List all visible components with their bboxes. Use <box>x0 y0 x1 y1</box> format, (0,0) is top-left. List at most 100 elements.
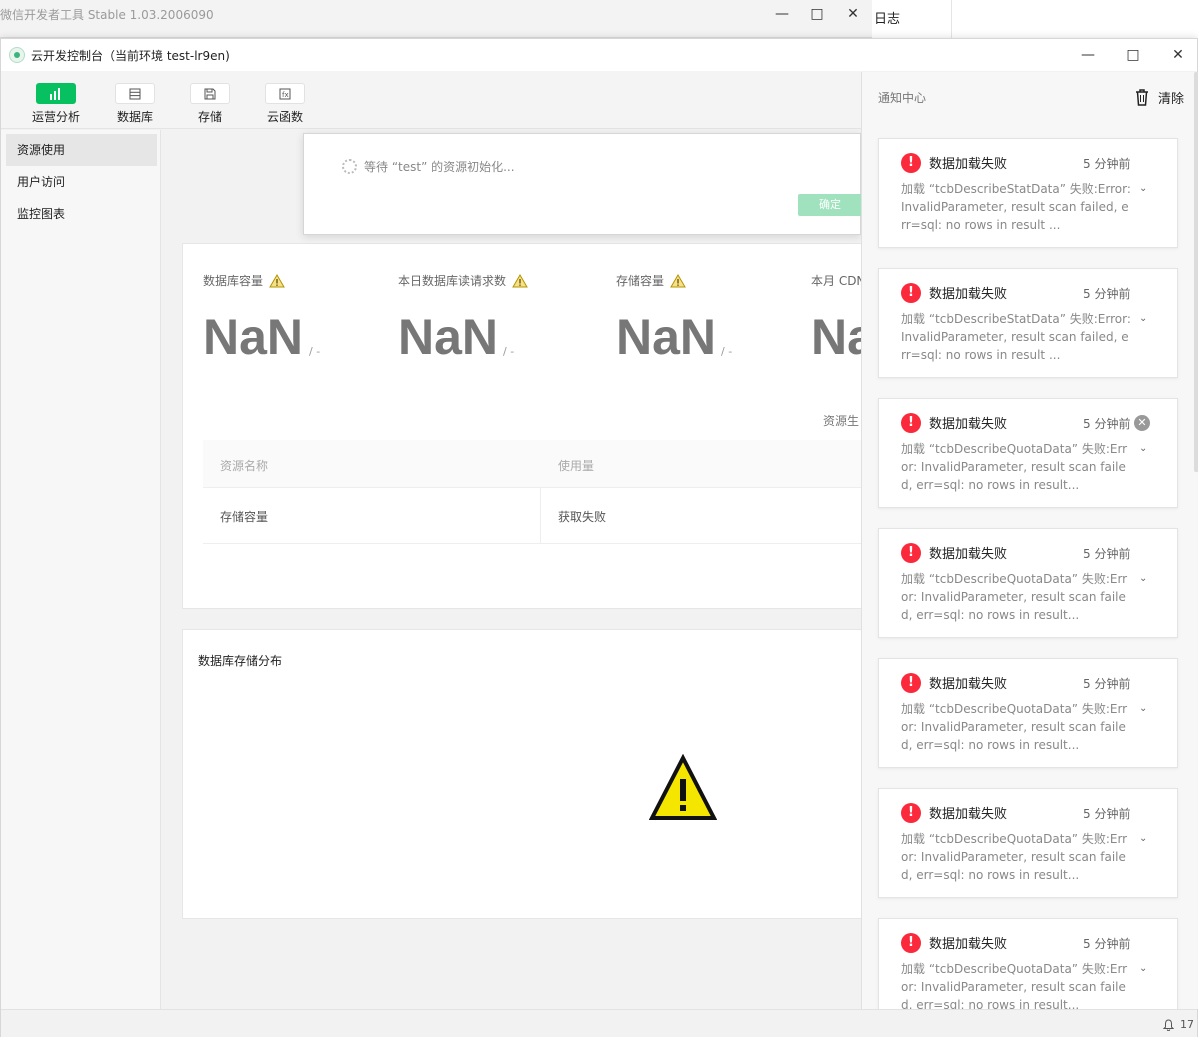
chevron-down-icon[interactable]: ⌄ <box>1139 443 1147 454</box>
notification-title: 数据加载失败 <box>929 287 1008 302</box>
minimize-icon[interactable]: — <box>772 4 792 24</box>
notification-time: 5 分钟前 <box>1083 807 1131 821</box>
error-icon: ! <box>901 933 921 953</box>
close-icon[interactable]: ✕ <box>843 4 863 24</box>
notification-center-title: 通知中心 <box>878 91 927 105</box>
stat-label: 本日数据库读请求数 <box>398 272 528 289</box>
notification-time: 5 分钟前 <box>1083 547 1131 561</box>
notification-time: 5 分钟前 <box>1083 157 1131 171</box>
error-icon: ! <box>901 153 921 173</box>
notification-item[interactable]: ! 数据加载失败 5 分钟前 加载 “tcbDescribeQuotaData”… <box>878 658 1178 768</box>
chevron-down-icon[interactable]: ⌄ <box>1139 833 1147 844</box>
tool-label: 云函数 <box>266 110 303 124</box>
stat-suffix: / - <box>309 345 321 358</box>
table-header <box>203 440 861 488</box>
notification-body: 加载 “tcbDescribeStatData” 失败:Error: Inval… <box>901 182 1131 232</box>
notification-item[interactable]: ! 数据加载失败 5 分钟前 加载 “tcbDescribeStatData” … <box>878 138 1178 248</box>
table-header-cell: 资源名称 <box>220 459 269 473</box>
stat-label-text: 本月 CDN <box>811 274 861 288</box>
error-icon: ! <box>901 543 921 563</box>
background-window-titlebar: 微信开发者工具 Stable 1.03.2006090 — □ ✕ <box>0 0 872 38</box>
resource-label: 资源生 <box>823 414 860 428</box>
sidebar: 资源使用 用户访问 监控图表 <box>1 130 161 1009</box>
database-icon <box>115 83 155 104</box>
sidebar-item-resource-usage[interactable]: 资源使用 <box>6 134 157 166</box>
tool-storage[interactable]: 存储 <box>180 83 240 127</box>
notification-time: 5 分钟前 <box>1083 937 1131 951</box>
stat-label-text: 存储容量 <box>616 274 665 288</box>
notification-item[interactable]: ! 数据加载失败 5 分钟前 加载 “tcbDescribeStatData” … <box>878 268 1178 378</box>
notification-title: 数据加载失败 <box>929 157 1008 172</box>
stat-label: 本月 CDN <box>811 272 861 289</box>
sidebar-item-monitoring-charts[interactable]: 监控图表 <box>6 198 157 230</box>
chevron-down-icon[interactable]: ⌄ <box>1139 573 1147 584</box>
notification-item[interactable]: ! 数据加载失败 5 分钟前 加载 “tcbDescribeQuotaData”… <box>878 918 1178 1009</box>
tool-label: 运营分析 <box>31 110 80 124</box>
sidebar-item-user-access[interactable]: 用户访问 <box>6 166 157 198</box>
notification-item[interactable]: ! 数据加载失败 5 分钟前 加载 “tcbDescribeQuotaData”… <box>878 788 1178 898</box>
notification-title: 数据加载失败 <box>929 547 1008 562</box>
bell-icon <box>1163 1018 1174 1031</box>
tool-label: 数据库 <box>116 110 153 124</box>
notification-item[interactable]: ! 数据加载失败 5 分钟前 加载 “tcbDescribeQuotaData”… <box>878 528 1178 638</box>
chevron-down-icon[interactable]: ⌄ <box>1139 313 1147 324</box>
tool-label: 存储 <box>197 110 222 124</box>
main-content: 数据库容量 本日数据库读请求数 存储容量 本月 CDN NaN / - NaN … <box>162 130 861 1009</box>
notification-title: 数据加载失败 <box>929 417 1008 432</box>
table-cell: 存储容量 <box>220 510 269 524</box>
stat-label-text: 数据库容量 <box>203 274 264 288</box>
chevron-down-icon[interactable]: ⌄ <box>1139 963 1147 974</box>
clear-button[interactable]: 清除 <box>1134 88 1184 107</box>
notification-body: 加载 “tcbDescribeQuotaData” 失败:Error: Inva… <box>901 702 1128 752</box>
warning-icon <box>269 273 285 287</box>
table-divider <box>540 488 541 544</box>
maximize-icon[interactable]: □ <box>807 4 827 24</box>
log-panel-header: 日志 <box>872 0 952 38</box>
notification-title: 数据加载失败 <box>929 677 1008 692</box>
background-window-title: 微信开发者工具 Stable 1.03.2006090 <box>0 8 214 22</box>
stat-label: 存储容量 <box>616 272 686 289</box>
clear-label: 清除 <box>1158 92 1185 107</box>
notification-title: 数据加载失败 <box>929 807 1008 822</box>
stat-label-text: 本日数据库读请求数 <box>398 274 507 288</box>
loading-dialog: 等待 “test” 的资源初始化... 确定 <box>303 133 862 235</box>
tool-database[interactable]: 数据库 <box>105 83 165 127</box>
tool-cloud-function[interactable]: fx 云函数 <box>255 83 315 127</box>
tool-analytics[interactable]: 运营分析 <box>26 83 86 127</box>
scrollbar[interactable] <box>1194 72 1198 472</box>
chart-icon <box>36 83 76 104</box>
warning-icon <box>670 273 686 287</box>
window-titlebar: 云开发控制台（当前环境 test-lr9en) — □ ✕ <box>1 39 1197 71</box>
log-panel-label: 日志 <box>874 12 901 27</box>
window-title: 云开发控制台（当前环境 test-lr9en) <box>31 49 230 63</box>
chevron-down-icon[interactable]: ⌄ <box>1139 703 1147 714</box>
cloud-console-window: 云开发控制台（当前环境 test-lr9en) — □ ✕ 运营分析 数据库 存… <box>0 38 1198 1037</box>
error-icon: ! <box>901 413 921 433</box>
notification-item[interactable]: ! 数据加载失败 5 分钟前 ✕ 加载 “tcbDescribeQuotaDat… <box>878 398 1178 508</box>
resource-usage-card: 数据库容量 本日数据库读请求数 存储容量 本月 CDN NaN / - NaN … <box>182 243 861 609</box>
notification-body: 加载 “tcbDescribeQuotaData” 失败:Error: Inva… <box>901 572 1128 622</box>
card-title: 数据库存储分布 <box>198 654 283 668</box>
notification-time: 5 分钟前 <box>1083 677 1131 691</box>
stat-value: NaN <box>398 309 499 365</box>
confirm-button[interactable]: 确定 <box>798 194 862 216</box>
notification-body: 加载 “tcbDescribeQuotaData” 失败:Error: Inva… <box>901 832 1128 882</box>
chevron-down-icon[interactable]: ⌄ <box>1139 183 1147 194</box>
close-icon[interactable]: ✕ <box>1167 45 1189 65</box>
stat-value: Na <box>811 309 861 365</box>
svg-text:fx: fx <box>282 91 289 99</box>
toolbar: 运营分析 数据库 存储 fx 云函数 <box>1 71 861 129</box>
notification-center-panel: 通知中心 清除 ! 数据加载失败 5 分钟前 加载 “tcbDescribeSt… <box>861 72 1198 1009</box>
notification-body: 加载 “tcbDescribeStatData” 失败:Error: Inval… <box>901 312 1131 362</box>
maximize-icon[interactable]: □ <box>1122 45 1144 65</box>
storage-icon <box>190 83 230 104</box>
notification-bell-button[interactable]: 17 <box>1163 1018 1194 1031</box>
app-logo-icon <box>9 47 25 63</box>
loading-spinner-icon <box>342 159 357 174</box>
close-icon[interactable]: ✕ <box>1134 415 1150 431</box>
table-cell: 获取失败 <box>558 510 607 524</box>
minimize-icon[interactable]: — <box>1077 45 1099 65</box>
notification-time: 5 分钟前 <box>1083 287 1131 301</box>
notification-time: 5 分钟前 <box>1083 417 1131 431</box>
error-icon: ! <box>901 283 921 303</box>
